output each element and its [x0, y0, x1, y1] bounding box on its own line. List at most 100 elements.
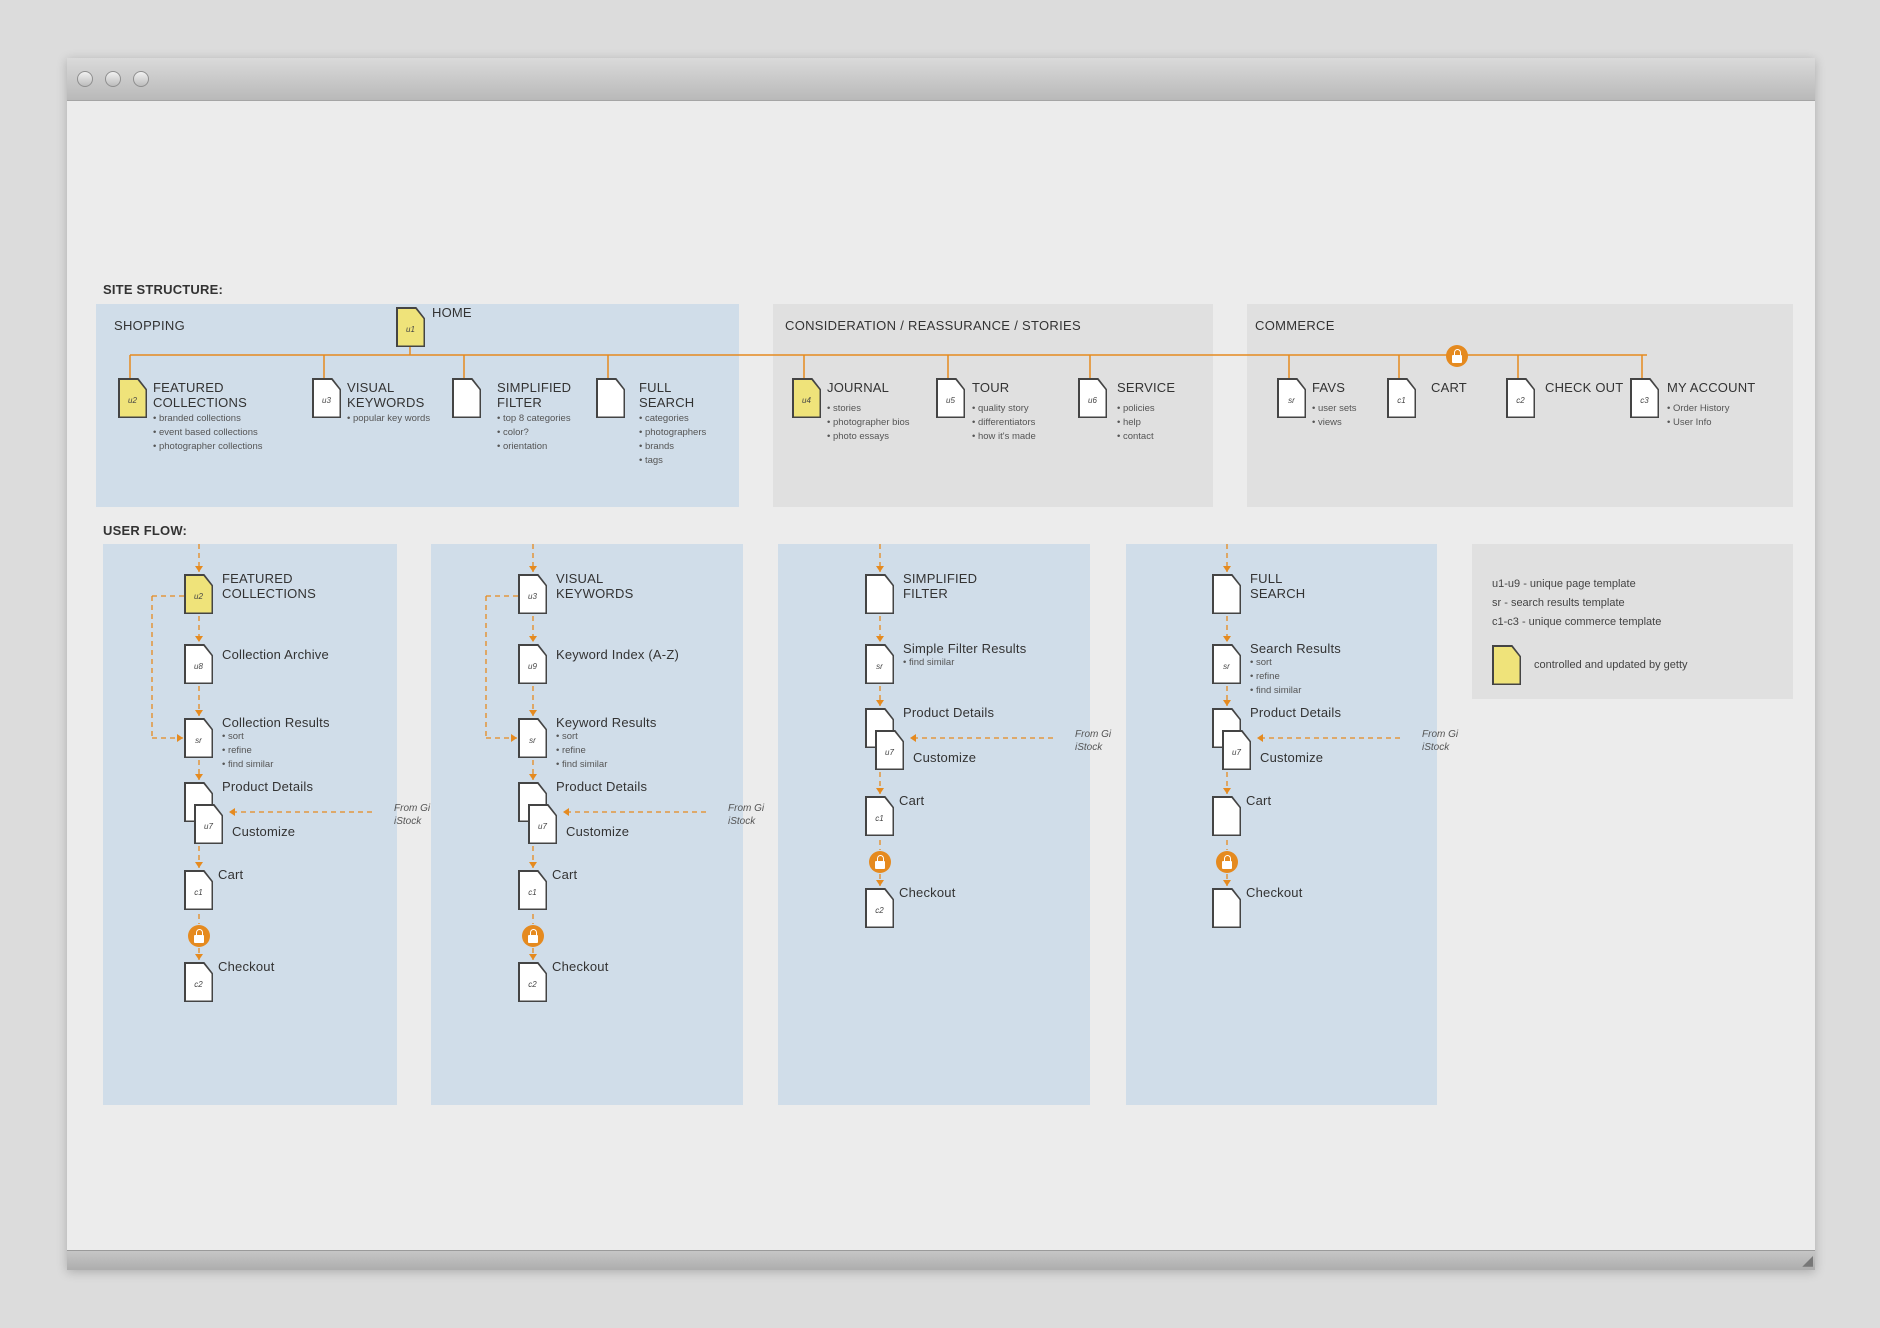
page-icon[interactable]: c2	[184, 962, 213, 1002]
page-icon[interactable]: c1	[184, 870, 213, 910]
page-icon[interactable]: u2	[118, 378, 147, 418]
close-window-button[interactable]	[77, 71, 93, 87]
arrowhead-icon	[876, 880, 884, 886]
page-code: c3	[1640, 396, 1649, 406]
arrowhead-icon	[910, 734, 916, 742]
page-icon[interactable]: u7	[528, 804, 557, 844]
arrowhead-icon	[529, 954, 537, 960]
status-bar: ◢	[67, 1250, 1815, 1270]
page-code: c1	[528, 888, 537, 898]
page-code: u8	[194, 662, 203, 672]
page-code: u9	[528, 662, 537, 672]
page-code: u3	[528, 592, 537, 602]
list-item: photographer bios	[827, 416, 910, 430]
page-icon[interactable]: u8	[184, 644, 213, 684]
list-item: policies	[1117, 402, 1155, 416]
list-item: color?	[497, 426, 571, 440]
page-icon[interactable]: u7	[194, 804, 223, 844]
page-icon[interactable]: sr	[1212, 644, 1241, 684]
list-item: popular key words	[347, 412, 430, 426]
connector-layer	[129, 347, 1647, 960]
page-icon[interactable]: u5	[936, 378, 965, 418]
page-icon[interactable]	[1212, 574, 1241, 614]
page-icon[interactable]: c1	[865, 796, 894, 836]
page-icon[interactable]: u3	[518, 574, 547, 614]
page-icon[interactable]: u3	[312, 378, 341, 418]
flow-results-label: Collection Results	[222, 715, 330, 730]
page-icon[interactable]: c3	[1630, 378, 1659, 418]
flow-checkout-label: Checkout	[218, 959, 275, 974]
list-item: photographers	[639, 426, 706, 440]
page-icon[interactable]: sr	[518, 718, 547, 758]
page-code: sr	[195, 736, 202, 746]
page-icon[interactable]: u1	[396, 307, 425, 347]
arrowhead-icon	[195, 862, 203, 868]
arrowhead-icon	[1223, 788, 1231, 794]
page-icon[interactable]: c2	[865, 888, 894, 928]
flow-results-items: sortrefinefind similar	[556, 730, 607, 772]
page-icon[interactable]: c2	[518, 962, 547, 1002]
flow-cart-label: Cart	[552, 867, 578, 882]
page-code: sr	[876, 662, 883, 672]
zoom-window-button[interactable]	[133, 71, 149, 87]
list-item: find similar	[222, 758, 273, 772]
page-icon[interactable]	[596, 378, 625, 418]
page-icon[interactable]: u2	[184, 574, 213, 614]
flow-product-label: Product Details	[903, 705, 995, 720]
flow-checkout-label: Checkout	[552, 959, 609, 974]
page-icon[interactable]: u7	[1222, 730, 1251, 770]
flow-results-label: Simple Filter Results	[903, 641, 1027, 656]
page-icon[interactable]: c1	[518, 870, 547, 910]
diagram-canvas: SITE STRUCTURE: USER FLOW: SHOPPING CONS…	[67, 100, 1815, 1251]
list-item: tags	[639, 454, 706, 468]
structure-node-label: FAVS	[1312, 380, 1346, 395]
minimize-window-button[interactable]	[105, 71, 121, 87]
page-icon[interactable]: sr	[1277, 378, 1306, 418]
list-item: user sets	[1312, 402, 1357, 416]
page-code: c1	[1397, 396, 1406, 406]
page-icon[interactable]: u9	[518, 644, 547, 684]
page-icon[interactable]: u4	[792, 378, 821, 418]
page-icon[interactable]	[452, 378, 481, 418]
page-code: c1	[875, 814, 884, 824]
structure-node-label: JOURNAL	[827, 380, 890, 395]
page-icon[interactable]: c2	[1506, 378, 1535, 418]
home-label: HOME	[432, 305, 472, 320]
from-istock-note: From Gi iStock	[394, 803, 431, 827]
page-code: sr	[1288, 396, 1295, 406]
flow-results-label: Search Results	[1250, 641, 1341, 656]
page-icon[interactable]	[1212, 796, 1241, 836]
page-code: u2	[194, 592, 203, 602]
flow-customize-label: Customize	[913, 750, 977, 765]
page-code: u7	[204, 822, 213, 832]
page-icon[interactable]: c1	[1387, 378, 1416, 418]
page-code: c2	[194, 980, 203, 990]
structure-node-label: SIMPLIFIED FILTER	[497, 380, 572, 410]
lock-icon	[1216, 851, 1238, 873]
structure-node-label: FULL SEARCH	[639, 380, 695, 410]
page-icon[interactable]	[1212, 888, 1241, 928]
list-item: differentiators	[972, 416, 1036, 430]
page-icon[interactable]: sr	[865, 644, 894, 684]
page-icon[interactable]	[865, 574, 894, 614]
structure-node-items: user setsviews	[1312, 402, 1357, 430]
flow-results-items: sortrefinefind similar	[1250, 656, 1301, 698]
arrowhead-icon	[529, 636, 537, 642]
flow-product-label: Product Details	[556, 779, 648, 794]
page-icon[interactable]: sr	[184, 718, 213, 758]
resize-grip-icon[interactable]: ◢	[1802, 1252, 1813, 1269]
arrowhead-icon	[876, 700, 884, 706]
list-item: top 8 categories	[497, 412, 571, 426]
arrowhead-icon	[1223, 566, 1231, 572]
arrowhead-icon	[229, 808, 235, 816]
arrowhead-icon	[563, 808, 569, 816]
page-icon[interactable]: u7	[875, 730, 904, 770]
structure-node-items: storiesphotographer biosphoto essays	[827, 402, 910, 444]
arrowhead-icon	[876, 566, 884, 572]
page-icon[interactable]: u6	[1078, 378, 1107, 418]
list-item: Order History	[1667, 402, 1729, 416]
flow-results-items: sortrefinefind similar	[222, 730, 273, 772]
page-code: c2	[1516, 396, 1525, 406]
arrowhead-icon	[195, 774, 203, 780]
arrowhead-icon	[1223, 636, 1231, 642]
